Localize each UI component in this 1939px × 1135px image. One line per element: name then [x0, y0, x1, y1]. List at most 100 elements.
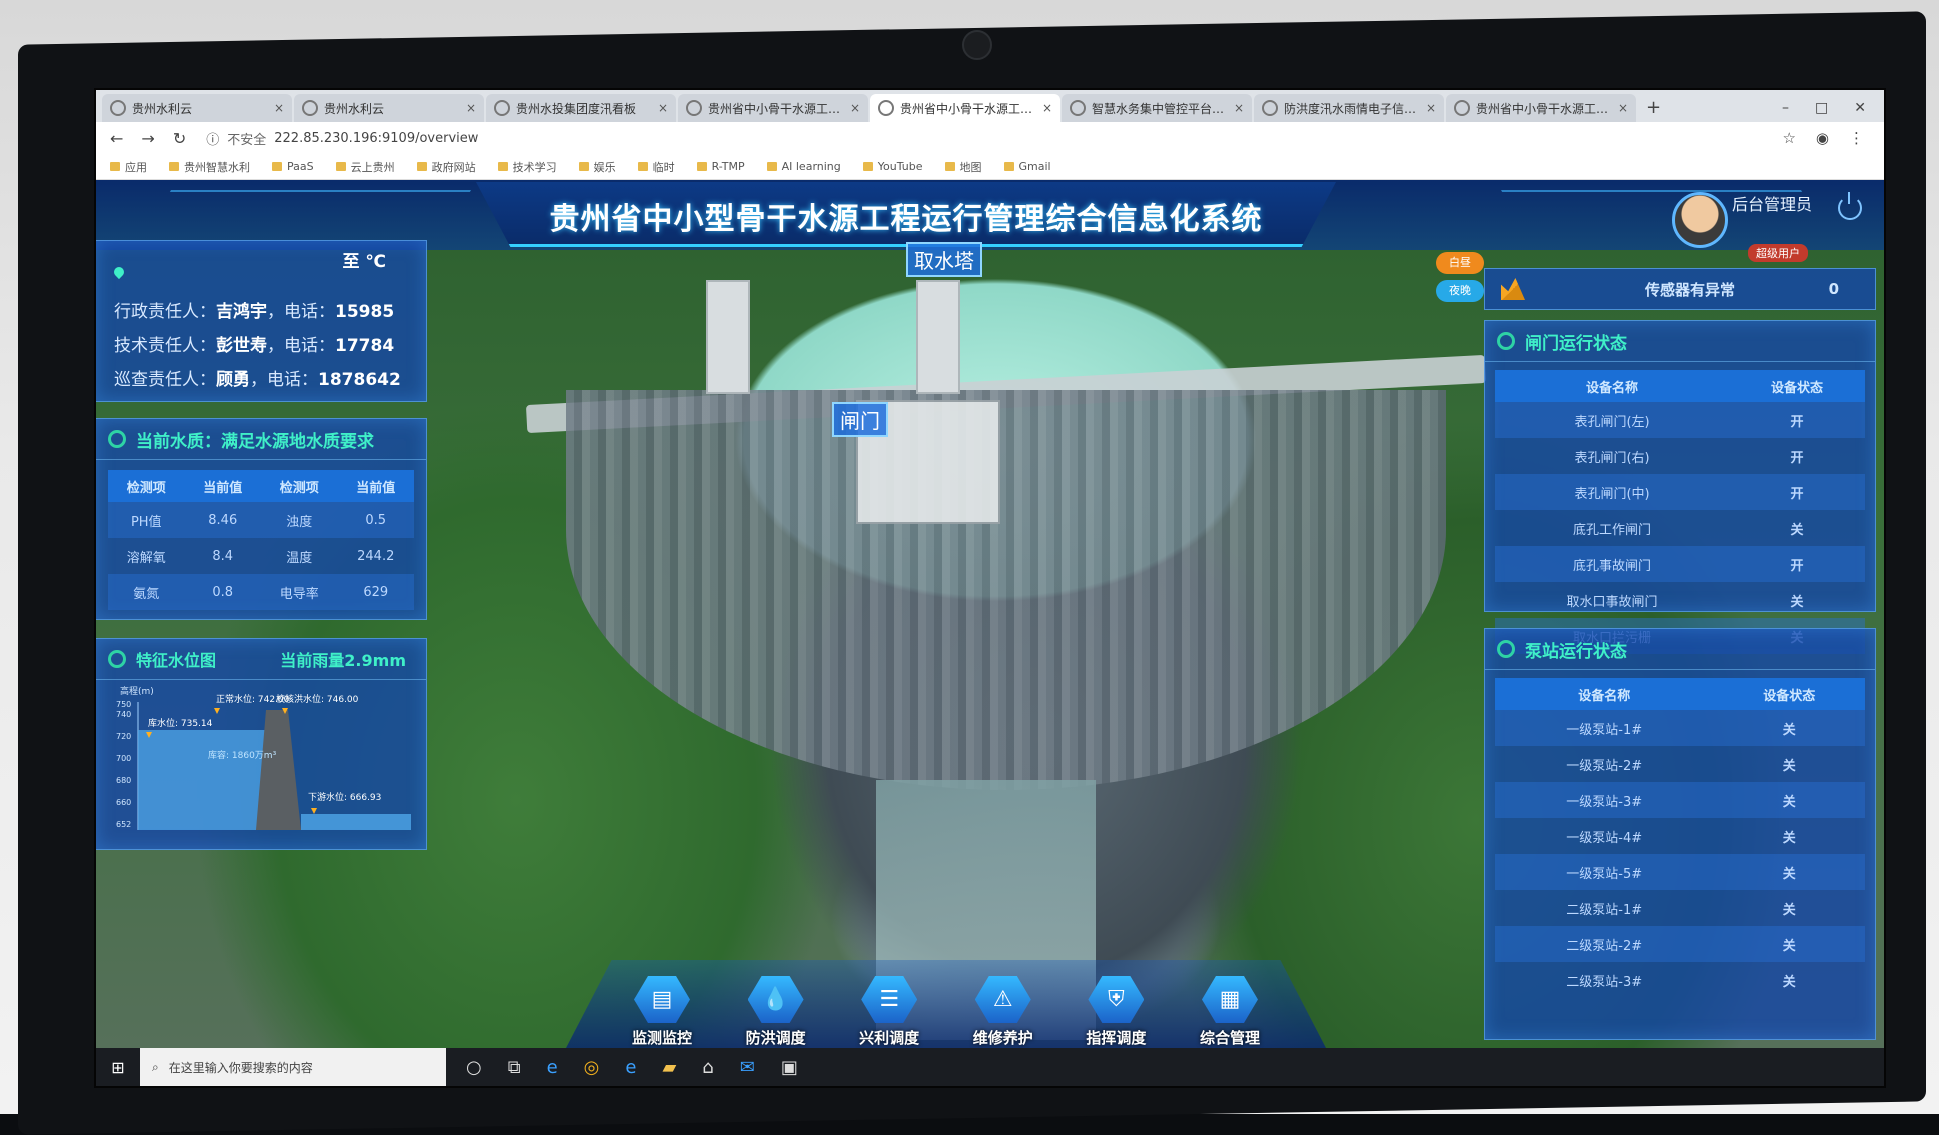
user-name[interactable]: 后台管理员	[1732, 196, 1812, 214]
table-row[interactable]: 一级泵站-1# 关	[1495, 710, 1865, 746]
bookmark-item[interactable]: 云上贵州	[335, 159, 395, 175]
bookmark-star-icon[interactable]: ☆	[1782, 129, 1795, 147]
nav-item[interactable]: ▤ 监测监控	[616, 976, 708, 1048]
tab-close-icon[interactable]: ×	[466, 101, 476, 115]
contact-phone: 1878642	[318, 370, 401, 390]
bookmark-label: PaaS	[287, 160, 314, 173]
bookmark-label: 贵州智慧水利	[184, 160, 250, 174]
device-name: 表孔闸门(左)	[1495, 402, 1730, 438]
table-row[interactable]: 一级泵站-4# 关	[1495, 818, 1865, 854]
folder-icon[interactable]: ▰	[662, 1057, 676, 1078]
maximize-icon[interactable]: □	[1815, 94, 1828, 122]
windows-start-icon[interactable]: ⊞	[96, 1058, 140, 1077]
table-row[interactable]: 一级泵站-2# 关	[1495, 746, 1865, 782]
bookmark-item[interactable]: R-TMP	[696, 160, 745, 173]
tab-close-icon[interactable]: ×	[658, 101, 668, 115]
store-icon[interactable]: ⌂	[702, 1057, 713, 1078]
browser-tab[interactable]: 贵州省中小骨干水源工程管 ×	[678, 94, 868, 122]
bookmark-item[interactable]: 应用	[110, 159, 147, 175]
tab-close-icon[interactable]: ×	[274, 101, 284, 115]
bookmark-item[interactable]: 临时	[637, 159, 675, 175]
sensor-alert-count: 0	[1828, 280, 1839, 298]
chrome-icon[interactable]: ◎	[584, 1057, 600, 1078]
bookmark-item[interactable]: Gmail	[1003, 160, 1051, 173]
table-cell: 温度	[286, 550, 313, 566]
browser-tab[interactable]: 贵州省中小骨干水源工程管 ×	[870, 94, 1060, 122]
nav-item[interactable]: ☰ 兴利调度	[843, 976, 935, 1048]
browser-tab[interactable]: 智慧水务集中管控平台首页 ×	[1062, 94, 1252, 122]
gate-label[interactable]: 闸门	[832, 402, 888, 437]
mail-icon[interactable]: ✉	[740, 1057, 755, 1078]
power-icon[interactable]	[1838, 192, 1862, 220]
bookmark-item[interactable]: PaaS	[272, 160, 314, 173]
tab-label: 贵州水投集团度汛看板	[516, 101, 637, 116]
temperature-value: 至 ℃	[342, 252, 386, 272]
bookmark-item[interactable]: 技术学习	[497, 159, 557, 175]
bookmark-item[interactable]: AI learning	[766, 160, 841, 173]
task-view-icon[interactable]: ⧉	[508, 1057, 521, 1078]
device-name: 二级泵站-3#	[1566, 974, 1643, 990]
profile-icon[interactable]: ◉	[1816, 129, 1829, 147]
table-row[interactable]: 底孔工作闸门 关	[1495, 510, 1865, 546]
column-header: 设备状态	[1713, 678, 1865, 710]
bookmark-item[interactable]: YouTube	[862, 160, 923, 173]
table-row[interactable]: 二级泵站-3# 关	[1495, 962, 1865, 998]
nav-item[interactable]: ⚠ 维修养护	[957, 976, 1049, 1048]
browser-tab[interactable]: 贵州水投集团度汛看板 ×	[486, 94, 676, 122]
ie-icon[interactable]: e	[547, 1057, 558, 1078]
table-row[interactable]: 表孔闸门(右) 开	[1495, 438, 1865, 474]
tab-label: 贵州省中小骨干水源工程管	[900, 101, 1036, 116]
browser-tab[interactable]: 贵州水利云 ×	[102, 94, 292, 122]
page-title: 贵州省中小型骨干水源工程运行管理综合信息化系统	[549, 202, 1263, 237]
taskbar-search-input[interactable]: ⌕ 在这里输入你要搜索的内容	[140, 1048, 446, 1086]
table-row[interactable]: 一级泵站-5# 关	[1495, 854, 1865, 890]
edge-icon[interactable]: e	[625, 1057, 636, 1078]
bookmark-item[interactable]: 娱乐	[578, 159, 616, 175]
nav-item[interactable]: ▦ 综合管理	[1184, 976, 1276, 1048]
table-row[interactable]: 表孔闸门(左) 开	[1495, 402, 1865, 438]
intake-tower-label[interactable]: 取水塔	[906, 242, 982, 277]
browser-tab[interactable]: 贵州水利云 ×	[294, 94, 484, 122]
address-bar[interactable]: ⓘ 不安全 222.85.230.196:9109/overview	[206, 129, 478, 148]
table-row[interactable]: 取水口事故闸门 关	[1495, 582, 1865, 618]
cortana-icon[interactable]: ○	[466, 1057, 482, 1078]
table-cell: 溶解氧	[126, 550, 166, 566]
y-tick-label: 680	[116, 776, 131, 785]
night-mode-pill[interactable]: 夜晚	[1436, 280, 1484, 302]
minimize-icon[interactable]: –	[1782, 94, 1789, 122]
nav-label: 防洪调度	[745, 1029, 806, 1047]
nav-item[interactable]: ⛨ 指挥调度	[1070, 976, 1162, 1048]
tab-label: 贵州水利云	[132, 101, 193, 116]
back-icon[interactable]: ←	[110, 129, 123, 148]
url-text[interactable]: 222.85.230.196:9109/overview	[274, 131, 478, 146]
avatar[interactable]	[1672, 192, 1728, 248]
menu-icon[interactable]: ⋮	[1849, 129, 1864, 147]
close-icon[interactable]: ✕	[1854, 94, 1866, 122]
table-row[interactable]: 二级泵站-2# 关	[1495, 926, 1865, 962]
new-tab-button[interactable]: +	[1646, 94, 1661, 122]
tab-label: 贵州水利云	[324, 101, 385, 116]
tab-close-icon[interactable]: ×	[1426, 101, 1436, 115]
tab-close-icon[interactable]: ×	[1618, 101, 1628, 115]
tab-close-icon[interactable]: ×	[1234, 101, 1244, 115]
app-icon[interactable]: ▣	[781, 1057, 798, 1078]
bookmark-item[interactable]: 政府网站	[416, 159, 476, 175]
nav-item[interactable]: 💧 防洪调度	[730, 976, 822, 1048]
table-row[interactable]: 二级泵站-1# 关	[1495, 890, 1865, 926]
bookmark-item[interactable]: 贵州智慧水利	[169, 159, 250, 175]
bookmark-folder-icon	[862, 162, 873, 171]
table-row[interactable]: 表孔闸门(中) 开	[1495, 474, 1865, 510]
tab-close-icon[interactable]: ×	[1042, 101, 1052, 115]
table-row[interactable]: 一级泵站-3# 关	[1495, 782, 1865, 818]
forward-icon[interactable]: →	[141, 129, 154, 148]
table-row[interactable]: 底孔事故闸门开	[1495, 546, 1865, 582]
bookmark-item[interactable]: 地图	[944, 159, 982, 175]
info-icon[interactable]: ⓘ	[206, 129, 219, 148]
day-mode-pill[interactable]: 白昼	[1436, 252, 1484, 274]
sensor-alert-bar[interactable]: 传感器有异常 0	[1484, 268, 1876, 310]
browser-tab[interactable]: 贵州省中小骨干水源工程管 ×	[1446, 94, 1636, 122]
browser-tab[interactable]: 防洪度汛水雨情电子信息化 ×	[1254, 94, 1444, 122]
tab-close-icon[interactable]: ×	[850, 101, 860, 115]
bookmark-label: 政府网站	[431, 160, 476, 174]
reload-icon[interactable]: ↻	[173, 129, 186, 148]
